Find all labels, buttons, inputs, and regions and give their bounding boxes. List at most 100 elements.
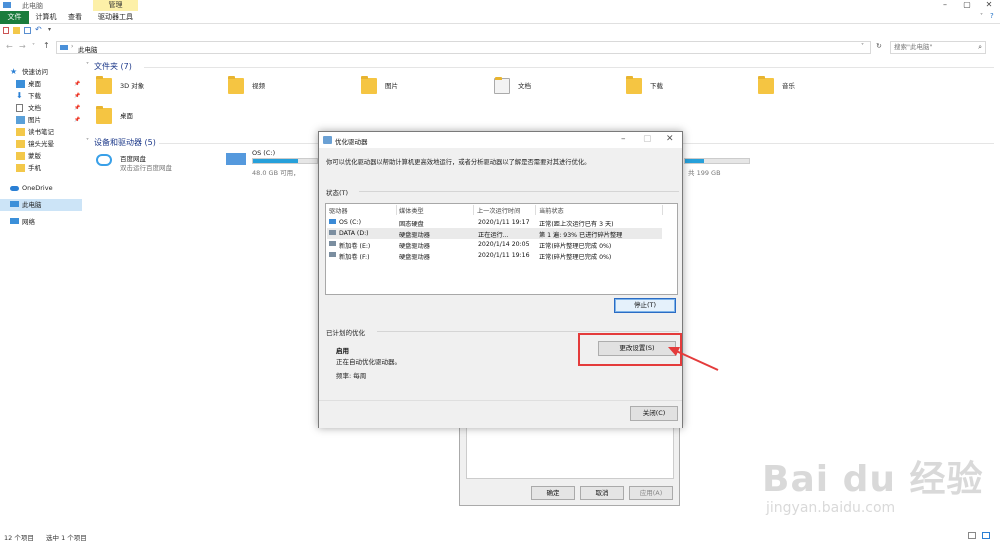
close-icon[interactable]: ✕	[666, 134, 674, 144]
drive-icon	[329, 241, 336, 246]
table-row[interactable]: OS (C:) 固态硬盘 2020/1/11 19:17 正常(距上次运行已有 …	[327, 217, 662, 228]
picture-icon	[361, 76, 377, 94]
settings-dialog-behind: 确定 取消 应用(A)	[459, 420, 680, 506]
pin-icon: 📌	[74, 117, 81, 123]
table-row[interactable]: 新加卷 (F:) 硬盘驱动器 2020/1/11 19:16 正常(碎片整理已完…	[327, 250, 662, 261]
recent-locations-icon[interactable]: ˅	[32, 43, 35, 50]
collapse-icon[interactable]: ˅	[86, 138, 89, 145]
navigation-pane: ★ 快速访问 桌面 📌 ⬇ 下载 📌 文档 📌 图片 📌 读书笔记 镜头光晕 蒙…	[0, 62, 82, 522]
cancel-button[interactable]: 取消	[580, 486, 624, 500]
stop-button[interactable]: 停止(T)	[614, 298, 676, 313]
sidebar-item-reading-notes[interactable]: 读书笔记	[0, 126, 82, 138]
search-input[interactable]: 搜索"此电脑" ⌕	[890, 41, 986, 54]
address-bar[interactable]: › 此电脑 ˅	[56, 41, 871, 54]
drive-usage-bar	[252, 158, 318, 164]
apply-button[interactable]: 应用(A)	[629, 486, 673, 500]
watermark-main: Bai du 经验	[762, 459, 984, 500]
help-icon[interactable]: ?	[990, 12, 994, 20]
sidebar-item-phone[interactable]: 手机	[0, 162, 82, 174]
sidebar-item-lens-flare[interactable]: 镜头光晕	[0, 138, 82, 150]
details-view-icon[interactable]	[968, 532, 976, 539]
star-icon: ★	[10, 67, 18, 76]
baidu-netdisk-icon	[96, 154, 112, 166]
sidebar-item-quick-access[interactable]: ★ 快速访问	[0, 66, 82, 78]
video-icon	[228, 76, 244, 94]
undo-icon[interactable]: ↶	[35, 25, 42, 34]
drive-icon	[329, 219, 336, 224]
computer-icon	[60, 45, 68, 50]
tab-view[interactable]: 查看	[64, 11, 86, 24]
watermark-url: jingyan.baidu.com	[766, 500, 896, 516]
dialog-title: 优化驱动器	[335, 138, 368, 146]
devices-heading[interactable]: 设备和驱动器 (5)	[94, 137, 156, 148]
close-button[interactable]: 关闭(C)	[630, 406, 678, 421]
table-row[interactable]: DATA (D:) 硬盘驱动器 正在运行... 第 1 遍: 93% 已进行碎片…	[327, 228, 662, 239]
close-icon[interactable]: ✕	[978, 0, 1000, 11]
dialog-description: 你可以优化驱动器以帮助计算机更高效地运行，或者分析驱动器以了解是否需要对其进行优…	[326, 159, 591, 166]
drive-icon	[329, 230, 336, 235]
sidebar-item-documents[interactable]: 文档 📌	[0, 102, 82, 114]
chevron-down-icon[interactable]: ˅	[980, 13, 983, 20]
minimize-icon[interactable]: –	[621, 134, 626, 144]
app-icon	[3, 2, 11, 8]
windows-drive-icon	[226, 153, 246, 165]
address-dropdown-icon[interactable]: ˅	[861, 43, 864, 50]
sidebar-item-downloads[interactable]: ⬇ 下载 📌	[0, 90, 82, 102]
folder-music[interactable]: 音乐	[758, 76, 848, 106]
sidebar-item-mask[interactable]: 蒙版	[0, 150, 82, 162]
device-os-c[interactable]: OS (C:) 48.0 GB 可用，	[226, 147, 318, 177]
ok-button[interactable]: 确定	[531, 486, 575, 500]
minimize-icon[interactable]: –	[934, 0, 956, 11]
folder-pictures[interactable]: 图片	[361, 76, 451, 106]
column-header-media[interactable]: 媒体类型	[399, 206, 424, 215]
device-baidu-netdisk[interactable]: 百度网盘 双击运行百度网盘	[94, 151, 214, 173]
column-header-last-run[interactable]: 上一次运行时间	[477, 206, 520, 215]
address-row: ← → ˅ ↑ › 此电脑 ˅ ↻ 搜索"此电脑" ⌕	[0, 40, 1000, 55]
auto-optimize-text: 正在自动优化驱动器。	[336, 358, 401, 366]
sidebar-item-this-pc[interactable]: 此电脑	[0, 199, 82, 211]
sidebar-item-desktop[interactable]: 桌面 📌	[0, 78, 82, 90]
column-header-drive[interactable]: 驱动器	[329, 206, 348, 215]
back-icon[interactable]: ←	[6, 42, 13, 51]
tab-manage[interactable]: 管理	[93, 0, 138, 11]
quick-access-toolbar: ↶ ▾	[0, 25, 120, 37]
3d-objects-icon	[96, 76, 112, 94]
properties-icon[interactable]	[3, 27, 9, 34]
drive-partial-total: 共 199 GB	[688, 169, 721, 177]
rename-icon[interactable]	[24, 27, 31, 34]
sidebar-item-pictures[interactable]: 图片 📌	[0, 114, 82, 126]
folder-documents[interactable]: 文档	[494, 76, 584, 106]
folder-icon	[16, 152, 25, 160]
settings-list	[466, 427, 674, 479]
cloud-icon	[10, 186, 19, 191]
folder-downloads[interactable]: 下载	[626, 76, 716, 106]
maximize-icon[interactable]: ▢	[956, 0, 978, 11]
dialog-footer	[319, 400, 682, 428]
maximize-icon[interactable]: ▢	[643, 134, 652, 144]
folder-videos[interactable]: 视频	[228, 76, 318, 106]
drive-usage-bar	[684, 158, 750, 164]
window-titlebar: 此电脑 管理 – ▢ ✕	[0, 0, 1000, 11]
folder-3d-objects[interactable]: 3D 对象	[96, 76, 186, 106]
collapse-icon[interactable]: ˅	[86, 62, 89, 69]
refresh-icon[interactable]: ↻	[876, 42, 882, 50]
music-icon	[758, 76, 774, 94]
new-folder-icon[interactable]	[13, 27, 20, 34]
tab-computer[interactable]: 计算机	[33, 11, 59, 24]
forward-icon[interactable]: →	[19, 42, 26, 51]
table-row[interactable]: 新加卷 (E:) 硬盘驱动器 2020/1/14 20:05 正常(碎片整理已完…	[327, 239, 662, 250]
tab-drive-tools[interactable]: 驱动器工具	[93, 11, 138, 24]
folder-desktop[interactable]: 桌面	[96, 106, 186, 136]
network-icon	[10, 218, 19, 224]
sidebar-item-onedrive[interactable]: OneDrive	[0, 182, 82, 194]
large-icons-view-icon[interactable]	[982, 532, 990, 539]
sidebar-item-network[interactable]: 网络	[0, 216, 82, 228]
up-icon[interactable]: ↑	[43, 41, 50, 50]
folder-icon	[16, 140, 25, 148]
customize-qat-icon[interactable]: ▾	[48, 26, 51, 33]
column-header-status[interactable]: 当前状态	[539, 206, 564, 215]
drives-list[interactable]: 驱动器 媒体类型 上一次运行时间 当前状态 OS (C:) 固态硬盘 2020/…	[325, 203, 678, 295]
folder-icon	[16, 128, 25, 136]
tab-file[interactable]: 文件	[0, 11, 29, 24]
folders-heading[interactable]: 文件夹 (7)	[94, 61, 132, 72]
